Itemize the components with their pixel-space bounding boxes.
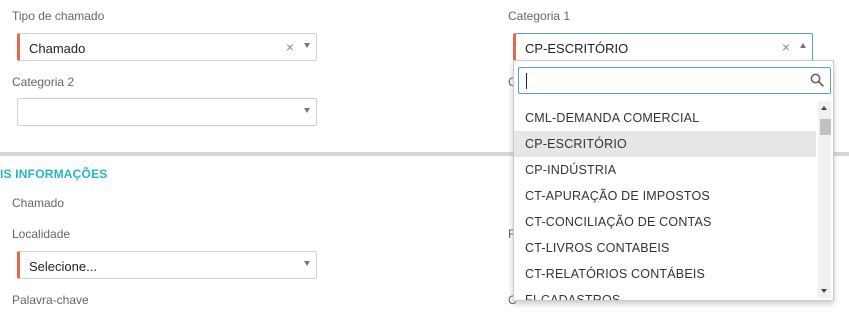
text-caret bbox=[526, 73, 527, 89]
dropdown-scrollbar[interactable] bbox=[818, 101, 831, 298]
tipo-chamado-label: Tipo de chamado bbox=[12, 9, 105, 23]
clear-x-icon[interactable]: × bbox=[782, 39, 790, 55]
categoria-1-label: Categoria 1 bbox=[508, 9, 571, 23]
chevron-up-icon[interactable] bbox=[800, 43, 806, 48]
localidade-label: Localidade bbox=[12, 227, 71, 241]
dropdown-option-selected[interactable]: CP-ESCRITÓRIO bbox=[514, 131, 816, 157]
chamado-label: Chamado bbox=[12, 196, 65, 210]
tipo-chamado-value: Chamado bbox=[29, 41, 86, 56]
dropdown-option[interactable]: CP-INDÚSTRIA bbox=[514, 157, 816, 183]
clear-x-icon[interactable]: × bbox=[286, 39, 294, 55]
scrollbar-thumb[interactable] bbox=[820, 119, 831, 135]
categoria-2-label: Categoria 2 bbox=[12, 75, 75, 89]
chevron-down-icon[interactable] bbox=[304, 43, 310, 48]
dropdown-option[interactable]: CT-APURAÇÃO DE IMPOSTOS bbox=[514, 183, 816, 209]
search-icon bbox=[810, 73, 824, 92]
localidade-value: Selecione... bbox=[29, 259, 97, 274]
section-title: IS INFORMAÇÕES bbox=[0, 167, 108, 181]
dropdown-option[interactable]: CT-RELATÓRIOS CONTÁBEIS bbox=[514, 261, 816, 287]
dropdown-option[interactable]: CML-DEMANDA COMERCIAL bbox=[514, 105, 816, 131]
localidade-select[interactable]: Selecione... bbox=[17, 251, 317, 279]
dropdown-option[interactable]: CT-LIVROS CONTABEIS bbox=[514, 235, 816, 261]
categoria-2-select[interactable] bbox=[17, 98, 317, 126]
categoria-1-select[interactable]: CP-ESCRITÓRIO × bbox=[513, 33, 813, 61]
tipo-chamado-select[interactable]: Chamado × bbox=[17, 33, 317, 61]
chevron-down-icon[interactable] bbox=[304, 261, 310, 266]
palavra-chave-label: Palavra-chave bbox=[12, 293, 89, 307]
dropdown-option[interactable]: CT-CONCILIAÇÃO DE CONTAS bbox=[514, 209, 816, 235]
scroll-up-arrow-icon[interactable] bbox=[821, 106, 827, 110]
dropdown-option[interactable]: FI-CADASTROS bbox=[514, 287, 816, 300]
dropdown-options-list: CML-DEMANDA COMERCIAL CP-ESCRITÓRIO CP-I… bbox=[514, 105, 816, 300]
chevron-down-icon[interactable] bbox=[304, 108, 310, 113]
scroll-down-arrow-icon[interactable] bbox=[821, 289, 827, 293]
categoria-1-value: CP-ESCRITÓRIO bbox=[525, 41, 629, 56]
dropdown-search-input[interactable] bbox=[518, 67, 831, 94]
categoria-1-dropdown: CML-DEMANDA COMERCIAL CP-ESCRITÓRIO CP-I… bbox=[513, 60, 834, 301]
